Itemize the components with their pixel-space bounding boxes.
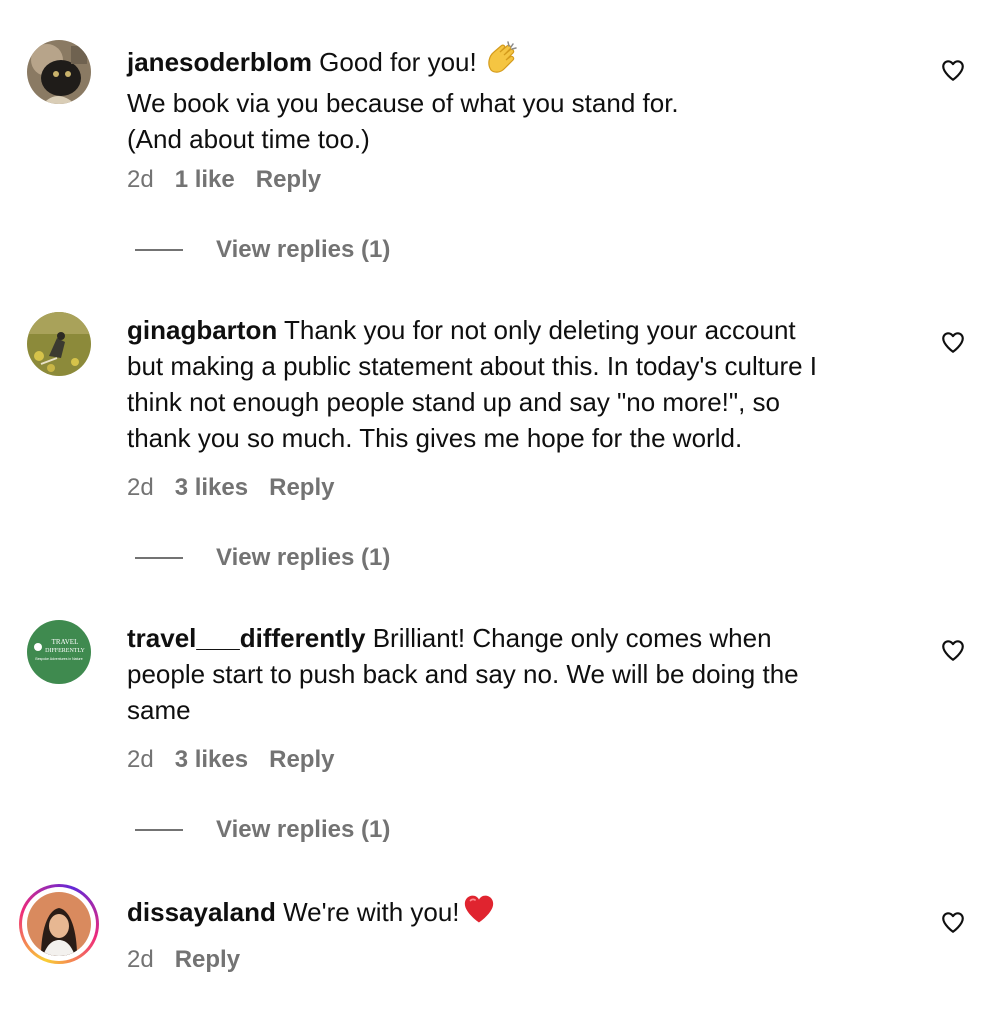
timestamp: 2d	[127, 746, 154, 773]
avatar-brand-text: TRAVEL	[52, 638, 79, 646]
username-link[interactable]: travel___differently	[127, 623, 365, 653]
comment-body: ginagbarton Thank you for not only delet…	[127, 315, 818, 453]
view-replies-button[interactable]: View replies (1)	[135, 544, 390, 572]
avatar-photo	[27, 892, 91, 956]
likes-count[interactable]: 1 like	[175, 166, 235, 193]
timestamp: 2d	[127, 474, 154, 501]
comment-body: dissayaland We're with you!	[127, 892, 917, 935]
comment-meta: 2d 3 likes Reply	[127, 746, 355, 774]
avatar-janesoderblom[interactable]	[27, 40, 91, 104]
replies-divider	[135, 249, 183, 251]
replies-divider	[135, 557, 183, 559]
avatar-dissayaland[interactable]	[19, 884, 99, 964]
reply-button[interactable]: Reply	[269, 474, 334, 501]
clapping-hands-emoji	[483, 40, 519, 85]
reply-button[interactable]: Reply	[175, 946, 240, 973]
view-replies-button[interactable]: View replies (1)	[135, 816, 390, 844]
username-link[interactable]: ginagbarton	[127, 315, 277, 345]
username-link[interactable]: janesoderblom	[127, 47, 312, 77]
comment-meta: 2d 3 likes Reply	[127, 474, 355, 502]
timestamp: 2d	[127, 946, 154, 973]
replies-divider	[135, 829, 183, 831]
reply-button[interactable]: Reply	[256, 166, 321, 193]
like-heart-icon[interactable]	[940, 57, 966, 83]
like-heart-icon[interactable]	[940, 909, 966, 935]
avatar-travel-differently[interactable]: TRAVEL DIFFERENTLY Bespoke Adventures in…	[27, 620, 91, 684]
red-heart-emoji	[461, 892, 497, 935]
like-heart-icon[interactable]	[940, 329, 966, 355]
like-heart-icon[interactable]	[940, 637, 966, 663]
comment-body: janesoderblom Good for you! We book via …	[127, 40, 917, 157]
svg-text:DIFFERENTLY: DIFFERENTLY	[45, 648, 85, 654]
likes-count[interactable]: 3 likes	[175, 474, 248, 501]
comment-meta: 2d 1 like Reply	[127, 166, 342, 194]
comment-meta: 2d Reply	[127, 946, 261, 974]
avatar-ginagbarton[interactable]	[27, 312, 91, 376]
username-link[interactable]: dissayaland	[127, 897, 276, 927]
svg-text:Bespoke Adventures in Nature: Bespoke Adventures in Nature	[35, 657, 82, 661]
timestamp: 2d	[127, 166, 154, 193]
view-replies-button[interactable]: View replies (1)	[135, 236, 390, 264]
comment-body: travel___differently Brilliant! Change o…	[127, 623, 799, 725]
reply-button[interactable]: Reply	[269, 746, 334, 773]
likes-count[interactable]: 3 likes	[175, 746, 248, 773]
